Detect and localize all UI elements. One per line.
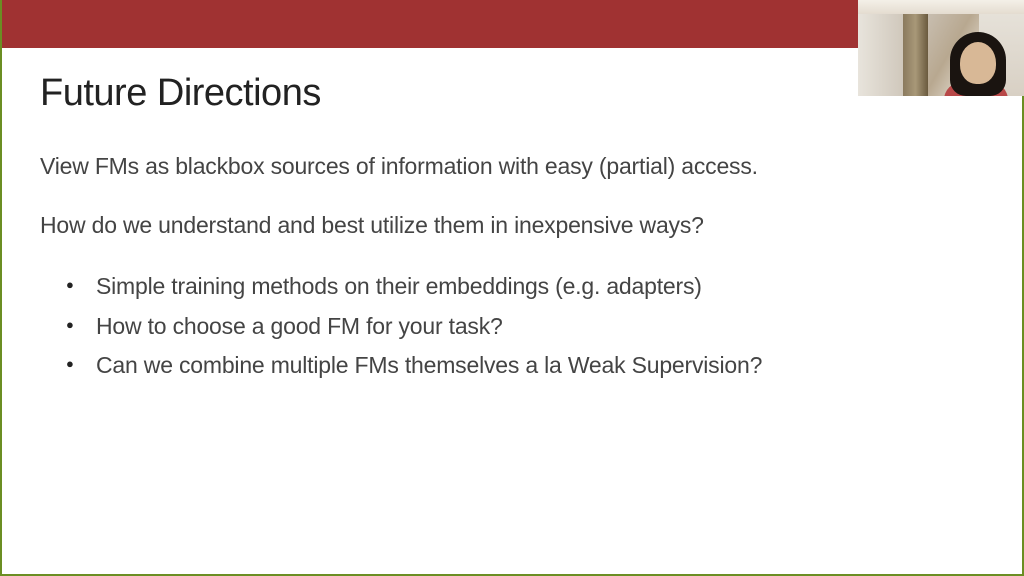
slide-title: Future Directions — [40, 72, 984, 115]
bullet-item: How to choose a good FM for your task? — [96, 309, 984, 345]
slide-content: Future Directions View FMs as blackbox s… — [0, 48, 1024, 412]
bullet-list: Simple training methods on their embeddi… — [40, 269, 984, 384]
intro-paragraph-2: How do we understand and best utilize th… — [40, 210, 984, 241]
presenter-webcam — [858, 0, 1024, 96]
bullet-item: Can we combine multiple FMs themselves a… — [96, 348, 984, 384]
bullet-item: Simple training methods on their embeddi… — [96, 269, 984, 305]
intro-paragraph-1: View FMs as blackbox sources of informat… — [40, 151, 984, 182]
